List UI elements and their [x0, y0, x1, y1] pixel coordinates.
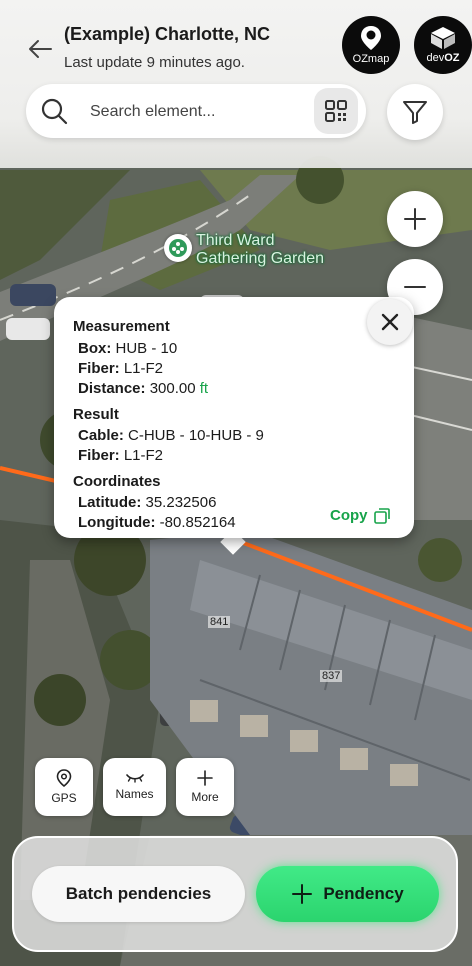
fiber-value: L1-F2 [123, 360, 164, 377]
place-label[interactable]: Third Ward Gathering Garden [196, 232, 324, 268]
ozmap-logo-text: OZmap [352, 53, 390, 65]
result-heading: Result [73, 406, 119, 423]
cube-icon [431, 27, 455, 49]
location-pin-icon [56, 769, 72, 787]
arrow-left-icon [29, 40, 52, 58]
fiber-label: Fiber: [78, 360, 120, 377]
place-label-line1: Third Ward [196, 232, 275, 249]
distance-unit: ft [199, 380, 209, 397]
search-input[interactable] [88, 84, 312, 140]
result-fiber-value: L1-F2 [123, 447, 164, 464]
copy-label: Copy [330, 507, 368, 524]
result-fiber-label: Fiber: [78, 447, 120, 464]
names-button[interactable]: Names [103, 758, 166, 816]
add-pendency-button[interactable]: Pendency [256, 866, 439, 922]
box-row: Box: HUB - 10 [78, 340, 177, 357]
devoz-logo-prefix: dev [426, 52, 445, 64]
qr-code-icon [325, 100, 347, 122]
batch-pendencies-label: Batch pendencies [65, 884, 212, 903]
building-number: 837 [320, 670, 343, 682]
cable-value: C-HUB - 10-HUB - 9 [128, 427, 264, 444]
back-button[interactable] [24, 34, 56, 64]
building-number: 841 [208, 616, 231, 628]
distance-row: Distance: 300.00 ft [78, 380, 208, 397]
latitude-label: Latitude: [78, 494, 142, 511]
more-label: More [191, 790, 219, 804]
distance-value: 300.00 [149, 380, 196, 397]
result-fiber-row: Fiber: L1-F2 [78, 447, 163, 464]
close-popup-button[interactable] [367, 299, 413, 345]
plus-icon [292, 884, 313, 904]
park-pin-icon[interactable] [164, 234, 192, 262]
ozmap-logo[interactable]: OZmap [342, 16, 400, 74]
filter-icon [403, 101, 427, 124]
place-label-line2: Gathering Garden [196, 250, 325, 267]
gps-button[interactable]: GPS [35, 758, 93, 816]
measurement-heading: Measurement [73, 318, 170, 335]
plus-icon [404, 208, 426, 230]
distance-label: Distance: [78, 380, 146, 397]
latitude-value: 35.232506 [145, 494, 217, 511]
eye-closed-icon [125, 774, 144, 783]
devoz-logo-suffix: OZ [444, 52, 460, 64]
gps-label: GPS [51, 791, 77, 805]
coordinates-heading: Coordinates [73, 473, 161, 490]
longitude-label: Longitude: [78, 514, 156, 531]
close-icon [381, 313, 399, 331]
more-button[interactable]: More [176, 758, 234, 816]
devoz-logo-text: devOZ [426, 52, 459, 64]
last-update-text: Last update 9 minutes ago. [64, 54, 245, 71]
box-label: Box: [78, 340, 112, 357]
cable-row: Cable: C-HUB - 10-HUB - 9 [78, 427, 264, 444]
pendency-label: Pendency [323, 884, 404, 903]
longitude-value: -80.852164 [159, 514, 236, 531]
zoom-in-button[interactable] [387, 191, 443, 247]
batch-pendencies-button[interactable]: Batch pendencies [32, 866, 245, 922]
names-label: Names [115, 787, 154, 801]
box-value: HUB - 10 [115, 340, 178, 357]
cable-label: Cable: [78, 427, 124, 444]
longitude-row: Longitude: -80.852164 [78, 514, 236, 531]
measurement-popup: Measurement Box: HUB - 10 Fiber: L1-F2 D… [54, 297, 414, 538]
devoz-logo[interactable]: devOZ [414, 16, 472, 74]
qr-scan-button[interactable] [314, 88, 358, 134]
latitude-row: Latitude: 35.232506 [78, 494, 216, 511]
search-icon [41, 98, 68, 125]
filter-button[interactable] [387, 84, 443, 140]
map-pin-icon [361, 26, 381, 50]
plus-icon [197, 770, 213, 786]
fiber-row: Fiber: L1-F2 [78, 360, 163, 377]
copy-coordinates-button[interactable]: Copy [330, 507, 390, 524]
copy-icon [373, 507, 390, 524]
page-title: (Example) Charlotte, NC [64, 24, 271, 44]
minus-icon [404, 286, 426, 288]
